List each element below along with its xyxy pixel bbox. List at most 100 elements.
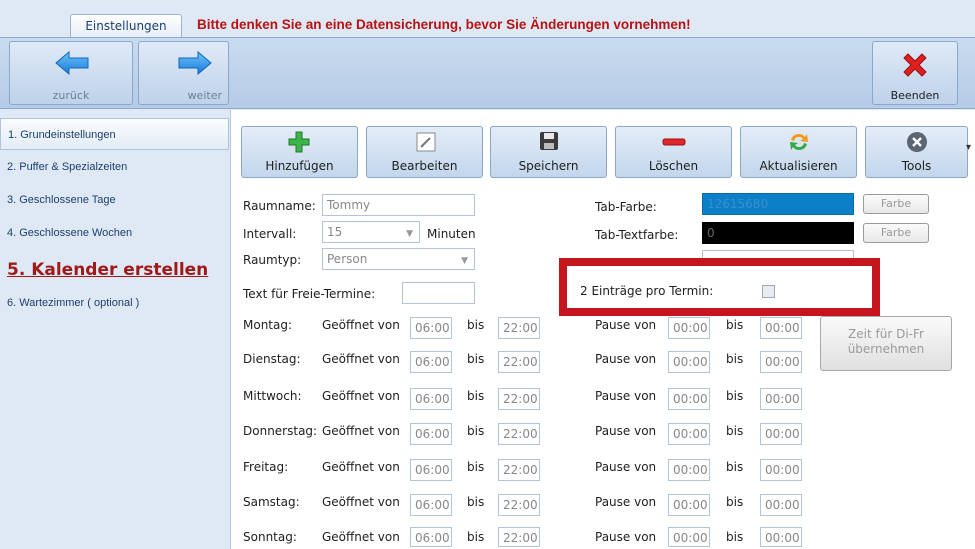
tab-settings[interactable]: Einstellungen bbox=[70, 14, 182, 38]
minus-icon bbox=[662, 138, 686, 146]
plus-icon bbox=[288, 131, 310, 153]
open-to-field[interactable]: 22:00 bbox=[498, 351, 540, 373]
pause-from-field[interactable]: 00:00 bbox=[668, 459, 710, 481]
pause-from-field[interactable]: 00:00 bbox=[668, 423, 710, 445]
day-label: Mittwoch: bbox=[243, 389, 302, 403]
pause-from-label: Pause von bbox=[595, 389, 657, 403]
open-to-field[interactable]: 22:00 bbox=[498, 388, 540, 410]
tab-textcolor-button[interactable]: Farbe bbox=[863, 223, 929, 243]
interval-label: Intervall: bbox=[243, 227, 297, 241]
pause-to-field[interactable]: 00:00 bbox=[760, 351, 802, 373]
add-label: Hinzufügen bbox=[265, 159, 334, 173]
free-appointments-text-field[interactable] bbox=[402, 282, 475, 304]
room-name-field[interactable]: Tommy bbox=[322, 194, 475, 216]
pause-from-label: Pause von bbox=[595, 495, 657, 509]
sidebar-item-basic-settings[interactable]: 1. Grundeinstellungen bbox=[0, 118, 229, 150]
pause-from-field[interactable]: 00:00 bbox=[668, 351, 710, 373]
exit-button[interactable]: Beenden bbox=[872, 41, 958, 105]
sidebar-item-create-calendar[interactable]: 5. Kalender erstellen bbox=[0, 253, 229, 287]
forward-button[interactable]: weiter bbox=[138, 41, 229, 105]
refresh-icon bbox=[790, 133, 808, 151]
day-label: Donnerstag: bbox=[243, 424, 318, 438]
exit-label: Beenden bbox=[890, 89, 940, 102]
close-icon bbox=[903, 53, 927, 77]
tools-label: Tools bbox=[901, 159, 932, 173]
delete-button[interactable]: Löschen bbox=[615, 126, 732, 178]
back-button[interactable]: zurück bbox=[9, 41, 133, 105]
to-label: bis bbox=[467, 460, 485, 474]
interval-value: 15 bbox=[327, 225, 343, 239]
open-to-field[interactable]: 22:00 bbox=[498, 317, 540, 339]
open-to-field[interactable]: 22:00 bbox=[498, 459, 540, 481]
tab-textcolor-label: Tab-Textfarbe: bbox=[595, 228, 679, 242]
open-to-field[interactable]: 22:00 bbox=[498, 494, 540, 516]
open-to-field[interactable]: 22:00 bbox=[498, 423, 540, 445]
forward-label: weiter bbox=[187, 89, 222, 102]
open-to-field[interactable]: 22:00 bbox=[498, 527, 540, 547]
pause-from-field[interactable]: 00:00 bbox=[668, 388, 710, 410]
add-button[interactable]: Hinzufügen bbox=[241, 126, 358, 178]
open-from-field[interactable]: 06:00 bbox=[410, 494, 452, 516]
to-label: bis bbox=[726, 424, 744, 438]
tab-textcolor-field[interactable]: 0 bbox=[702, 222, 854, 244]
tab-color-label: Tab-Farbe: bbox=[595, 200, 657, 214]
pause-from-field[interactable]: 00:00 bbox=[668, 317, 710, 339]
to-label: bis bbox=[467, 389, 485, 403]
refresh-label: Aktualisieren bbox=[759, 159, 838, 173]
day-label: Freitag: bbox=[243, 460, 289, 474]
to-label: bis bbox=[726, 495, 744, 509]
open-from-field[interactable]: 06:00 bbox=[410, 423, 452, 445]
sidebar-item-closed-weeks[interactable]: 4. Geschlossene Wochen bbox=[0, 217, 229, 249]
pause-from-label: Pause von bbox=[595, 352, 657, 366]
sidebar-item-closed-days[interactable]: 3. Geschlossene Tage bbox=[0, 184, 229, 216]
two-entries-checkbox[interactable] bbox=[762, 285, 775, 298]
pause-from-label: Pause von bbox=[595, 460, 657, 474]
open-from-field[interactable]: 06:00 bbox=[410, 317, 452, 339]
open-from-field[interactable]: 06:00 bbox=[410, 459, 452, 481]
sidebar-item-buffer-times[interactable]: 2. Puffer & Spezialzeiten bbox=[0, 151, 229, 183]
to-label: bis bbox=[467, 530, 485, 544]
toolbar-overflow-icon[interactable]: ▾ bbox=[966, 142, 971, 153]
delete-label: Löschen bbox=[648, 159, 699, 173]
to-label: bis bbox=[726, 389, 744, 403]
tab-color-button[interactable]: Farbe bbox=[863, 194, 929, 214]
free-appointments-text-label: Text für Freie-Termine: bbox=[243, 287, 376, 301]
pause-to-field[interactable]: 00:00 bbox=[760, 388, 802, 410]
open-from-field[interactable]: 06:00 bbox=[410, 388, 452, 410]
room-type-value: Person bbox=[327, 252, 368, 266]
sidebar-item-waiting-room[interactable]: 6. Wartezimmer ( optional ) bbox=[0, 287, 229, 319]
copy-times-button[interactable]: Zeit für Di-Fr übernehmen bbox=[820, 316, 952, 371]
backup-warning: Bitte denken Sie an eine Datensicherung,… bbox=[197, 17, 691, 32]
pause-to-field[interactable]: 00:00 bbox=[760, 527, 802, 547]
day-label: Samstag: bbox=[243, 495, 300, 509]
to-label: bis bbox=[467, 318, 485, 332]
arrow-right-icon bbox=[178, 50, 212, 76]
pause-from-field[interactable]: 00:00 bbox=[668, 494, 710, 516]
pause-to-field[interactable]: 00:00 bbox=[760, 317, 802, 339]
floppy-disk-icon bbox=[540, 132, 558, 150]
to-label: bis bbox=[726, 460, 744, 474]
pause-to-field[interactable]: 00:00 bbox=[760, 494, 802, 516]
edit-button[interactable]: Bearbeiten bbox=[366, 126, 483, 178]
interval-select[interactable]: 15 ▼ bbox=[322, 221, 420, 243]
edit-label: Bearbeiten bbox=[391, 159, 458, 173]
save-label: Speichern bbox=[518, 159, 579, 173]
open-from-label: Geöffnet von bbox=[322, 424, 400, 438]
pause-to-field[interactable]: 00:00 bbox=[760, 459, 802, 481]
day-label: Montag: bbox=[243, 318, 293, 332]
tools-button[interactable]: Tools bbox=[865, 126, 968, 178]
pause-from-label: Pause von bbox=[595, 530, 657, 544]
interval-unit-label: Minuten bbox=[427, 227, 476, 241]
room-name-label: Raumname: bbox=[243, 199, 316, 213]
open-from-field[interactable]: 06:00 bbox=[410, 351, 452, 373]
refresh-button[interactable]: Aktualisieren bbox=[740, 126, 857, 178]
wrench-icon bbox=[907, 132, 927, 152]
pause-from-field[interactable]: 00:00 bbox=[668, 527, 710, 547]
room-type-select[interactable]: Person ▼ bbox=[322, 248, 475, 270]
save-button[interactable]: Speichern bbox=[490, 126, 607, 178]
tab-color-field[interactable]: 12615680 bbox=[702, 193, 854, 215]
open-from-field[interactable]: 06:00 bbox=[410, 527, 452, 547]
pause-to-field[interactable]: 00:00 bbox=[760, 423, 802, 445]
day-label: Sonntag: bbox=[243, 530, 297, 544]
open-from-label: Geöffnet von bbox=[322, 389, 400, 403]
